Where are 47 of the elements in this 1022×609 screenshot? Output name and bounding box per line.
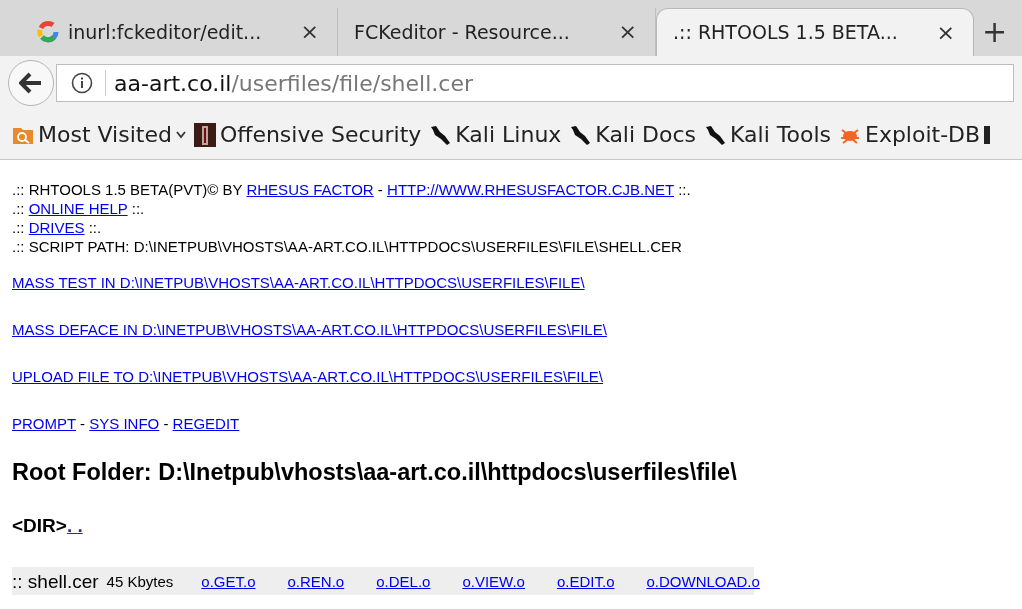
link[interactable]: MASS TEST IN D:\INETPUB\VHOSTS\AA-ART.CO.IL\HTTPDOCS\USERFILES\FILE\ <box>12 274 585 291</box>
back-button[interactable] <box>8 60 54 106</box>
dragon-icon <box>704 123 727 146</box>
dragon-icon <box>569 123 592 146</box>
info-line: .:: ONLINE HELP ::. <box>12 199 146 218</box>
info-icon <box>71 72 93 94</box>
close-button[interactable]: × <box>614 21 641 43</box>
link[interactable]: o.DOWNLOAD.o <box>646 571 760 591</box>
link[interactable]: DRIVES <box>28 219 85 236</box>
new-tab-button[interactable]: + <box>974 17 1016 47</box>
bookmark[interactable]: Kali Docs <box>565 118 701 151</box>
link[interactable]: o.GET.o <box>201 571 256 591</box>
link[interactable]: REGEDIT <box>172 415 240 432</box>
link[interactable]: ONLINE HELP <box>28 200 128 217</box>
bookmark[interactable]: Most Visited <box>8 118 190 151</box>
info-line: .:: DRIVES ::. <box>12 218 103 237</box>
link[interactable]: SYS INFO <box>89 415 160 432</box>
address-field[interactable]: aa-art.co.il/userfiles/file/shell.cer <box>56 64 1014 102</box>
thumbnail-icon <box>193 122 216 147</box>
link[interactable]: MASS DEFACE IN D:\INETPUB\VHOSTS\AA-ART.CO.IL\HTTPDOCS\USERFILES\FILE\ <box>12 321 607 338</box>
link[interactable]: RHESUS FACTOR <box>246 181 374 198</box>
link[interactable]: o.VIEW.o <box>462 571 525 591</box>
info-line: .:: SCRIPT PATH: D:\INETPUB\VHOSTS\AA-ART.CO.IL\HTTPDOCS\USERFILES\FILE\SHELL.CER <box>12 237 683 256</box>
dragon-icon <box>429 123 452 146</box>
close-button[interactable]: × <box>296 21 323 43</box>
link[interactable]: . . <box>66 516 83 535</box>
link[interactable]: PROMPT <box>12 415 76 432</box>
link[interactable]: HTTP://WWW.RHESUSFACTOR.CJB.NET <box>387 181 674 198</box>
ring-icon <box>36 20 60 44</box>
bookmark[interactable]: Kali Tools <box>700 118 835 151</box>
info-line: .:: RHTOOLS 1.5 BETA(PVT)© BY RHESUS FACTOR - HTTP://WWW.RHESUSFACTOR.CJB.NET ::. <box>12 180 692 199</box>
file-name: :: shell.cer <box>12 571 99 591</box>
file-size: 45 Kbytes <box>106 571 174 591</box>
close-button[interactable]: × <box>932 21 959 44</box>
caret-icon <box>175 130 186 139</box>
link[interactable]: o.EDIT.o <box>556 571 615 591</box>
back-arrow-icon <box>19 72 43 94</box>
tool-links-line: PROMPT - SYS INFO - REGEDIT <box>12 414 241 433</box>
bookmark[interactable]: Offensive Security <box>189 118 426 151</box>
link[interactable]: o.DEL.o <box>376 571 431 591</box>
bookmark[interactable]: Kali Linux <box>425 118 566 151</box>
dir-label: <DIR> <box>12 516 67 535</box>
bookmark[interactable]: Exploit-DB <box>835 118 985 151</box>
link[interactable]: o.REN.o <box>287 571 345 591</box>
browser-tab[interactable]: .:: RHTOOLS 1.5 BETA... × <box>656 8 974 56</box>
link[interactable]: UPLOAD FILE TO D:\INETPUB\VHOSTS\AA-ART.CO.IL\HTTPDOCS\USERFILES\FILE\ <box>12 368 603 385</box>
bookmark-icon <box>984 123 991 146</box>
